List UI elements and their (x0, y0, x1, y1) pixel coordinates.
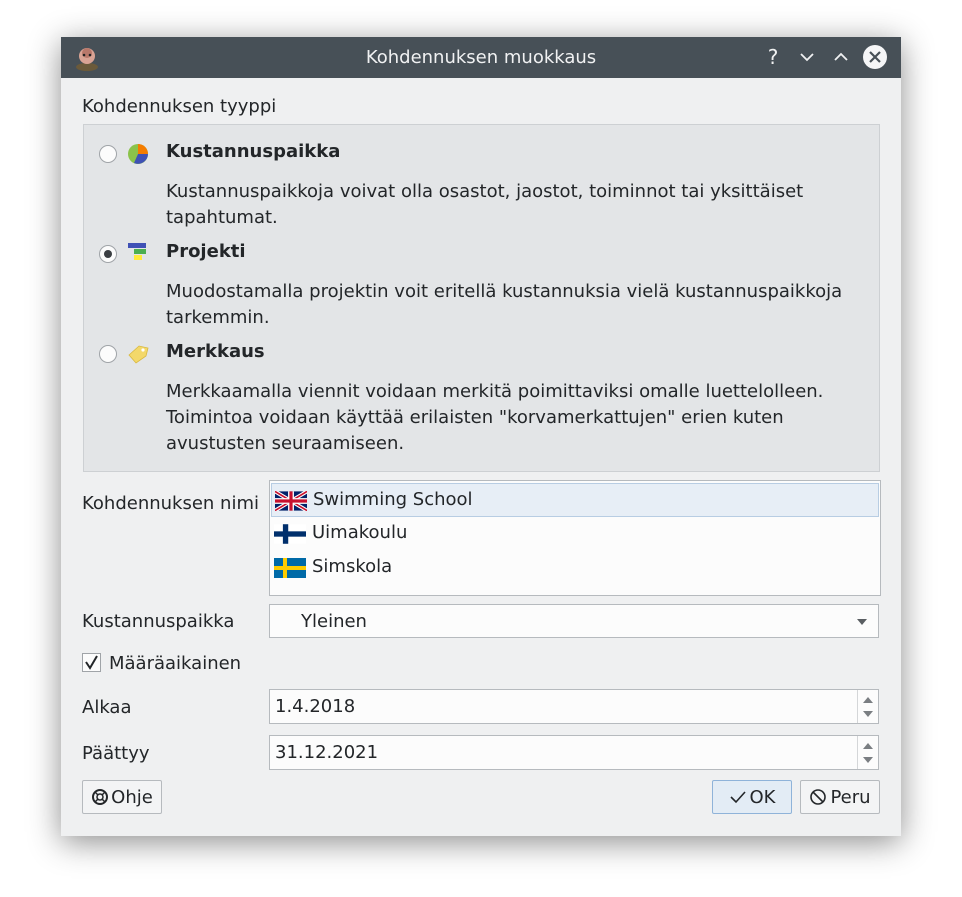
end-date-field[interactable]: 31.12.2021 (269, 735, 879, 770)
cost-center-select[interactable]: Yleinen (269, 604, 879, 638)
end-date-value: 31.12.2021 (275, 742, 379, 763)
help-button[interactable]: Ohje (82, 780, 162, 814)
minimize-icon[interactable] (794, 44, 820, 70)
ok-button-label: OK (749, 786, 776, 808)
allocation-type-label: Kohdennuksen tyyppi (82, 96, 277, 117)
list-item-fi[interactable]: Uimakoulu (271, 517, 879, 551)
close-icon[interactable] (862, 44, 888, 70)
option-cost-center-title[interactable]: Kustannuspaikka (166, 141, 340, 162)
lifebuoy-icon (92, 789, 109, 805)
option-cost-center-desc-1: Kustannuspaikkoja voivat olla osastot, j… (166, 181, 804, 202)
dialog-window: Kohdennuksen muokkaus ? Kohdennuksen tyy… (61, 37, 901, 836)
tag-icon (126, 342, 150, 371)
finland-flag-icon (274, 524, 306, 544)
cost-center-value: Yleinen (301, 611, 367, 632)
cost-center-label: Kustannuspaikka (82, 611, 235, 632)
cancel-button[interactable]: Peru (800, 780, 880, 814)
list-item-label: Uimakoulu (312, 522, 408, 543)
allocation-type-group: Kustannuspaikka Kustannuspaikkoja voivat… (83, 124, 880, 472)
start-date-value: 1.4.2018 (275, 696, 356, 717)
start-label: Alkaa (82, 697, 132, 718)
chevron-down-icon (857, 619, 867, 625)
radio-project[interactable] (99, 245, 117, 263)
cancel-icon (810, 789, 827, 805)
option-project-desc-1: Muodostamalla projektin voit eritellä ku… (166, 281, 843, 302)
end-label: Päättyy (82, 743, 150, 764)
option-project-desc-2: tarkemmin. (166, 307, 270, 328)
list-item-label: Swimming School (313, 489, 473, 510)
check-icon (729, 791, 746, 804)
cancel-button-label: Peru (830, 786, 871, 808)
help-icon[interactable]: ? (760, 44, 786, 70)
fixed-term-label[interactable]: Määräaikainen (109, 653, 241, 674)
option-tag-desc-3: avustusten seuraamiseen. (166, 433, 405, 454)
uk-flag-icon (275, 491, 307, 511)
list-item-label: Simskola (312, 556, 393, 577)
option-tag-desc-1: Merkkaamalla viennit voidaan merkitä poi… (166, 381, 824, 402)
radio-cost-center[interactable] (99, 145, 117, 163)
project-icon (126, 242, 150, 271)
sweden-flag-icon (274, 558, 306, 578)
name-label: Kohdennuksen nimi (82, 493, 260, 514)
option-tag-title[interactable]: Merkkaus (166, 341, 265, 362)
checkmark-icon (85, 655, 98, 670)
start-date-field[interactable]: 1.4.2018 (269, 689, 879, 724)
start-date-stepper[interactable] (857, 690, 878, 723)
cost-center-icon (126, 142, 150, 171)
title-bar[interactable]: Kohdennuksen muokkaus ? (61, 37, 901, 78)
ok-button[interactable]: OK (712, 780, 792, 814)
end-date-stepper[interactable] (857, 736, 878, 769)
name-translations-list[interactable]: Swimming School Uimakoulu Simskola (269, 480, 881, 596)
option-tag-desc-2: Toimintoa voidaan käyttää erilaisten "ko… (166, 407, 784, 428)
maximize-icon[interactable] (828, 44, 854, 70)
option-project-title[interactable]: Projekti (166, 241, 246, 262)
radio-tag[interactable] (99, 345, 117, 363)
list-item-sv[interactable]: Simskola (271, 551, 879, 585)
fixed-term-checkbox[interactable] (82, 653, 101, 672)
help-button-label: Ohje (111, 786, 153, 808)
option-cost-center-desc-2: tapahtumat. (166, 207, 278, 228)
list-item-en[interactable]: Swimming School (271, 483, 879, 517)
